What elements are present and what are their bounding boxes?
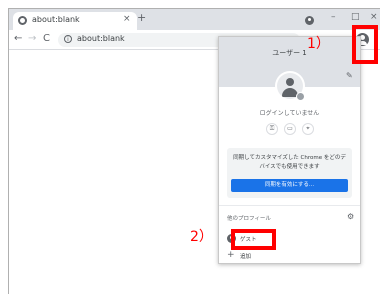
gear-icon[interactable]: ⚙ [347,212,354,221]
window-profile-icon[interactable] [305,16,314,25]
info-icon[interactable]: i [64,35,72,43]
close-window-button[interactable]: × [370,11,378,23]
sync-paused-badge [296,92,305,101]
back-icon[interactable]: ← [14,32,22,46]
tab-close-icon[interactable]: × [123,14,131,24]
key-icon[interactable]: ⚿ [266,123,278,135]
sync-message: 同期してカスタマイズした Chrome をどのデバイスでも使用できます [233,155,346,170]
quick-actions: ⚿ ▭ ⌖ [266,123,314,135]
annotation-box-1 [352,25,378,64]
new-tab-button[interactable]: + [137,12,146,24]
globe-icon [18,16,27,25]
add-icon: + [227,250,235,260]
address-text[interactable]: about:blank [77,34,125,43]
add-label: 追加 [240,254,252,260]
profile-avatar [275,71,305,101]
annotation-box-2 [231,229,276,250]
tab-about-blank[interactable]: about:blank × [13,12,137,30]
location-icon[interactable]: ⌖ [302,123,314,135]
pencil-icon[interactable]: ✎ [346,71,353,80]
tab-title: about:blank [32,15,80,24]
enable-sync-button[interactable]: 同期を有効にする... [231,179,348,192]
card-icon[interactable]: ▭ [284,123,296,135]
other-profiles-heading: 他のプロフィール [227,216,271,222]
maximize-button[interactable]: □ [351,11,360,23]
sync-promo: 同期してカスタマイズした Chrome をどのデバイスでも使用できます 同期を有… [227,148,352,198]
divider [219,205,360,206]
minimize-button[interactable]: – [331,11,336,23]
annotation-label-1: 1） [307,36,330,52]
profile-user-name: ユーザー 1 [272,49,307,57]
forward-icon[interactable]: → [28,32,36,46]
annotation-label-2: 2） [190,229,213,245]
add-profile-item[interactable]: + 追加 [227,250,327,262]
tab-strip: about:blank × + – □ × [9,9,380,30]
sign-in-status: ログインしていません [259,110,320,117]
reload-icon[interactable]: C [43,32,50,46]
